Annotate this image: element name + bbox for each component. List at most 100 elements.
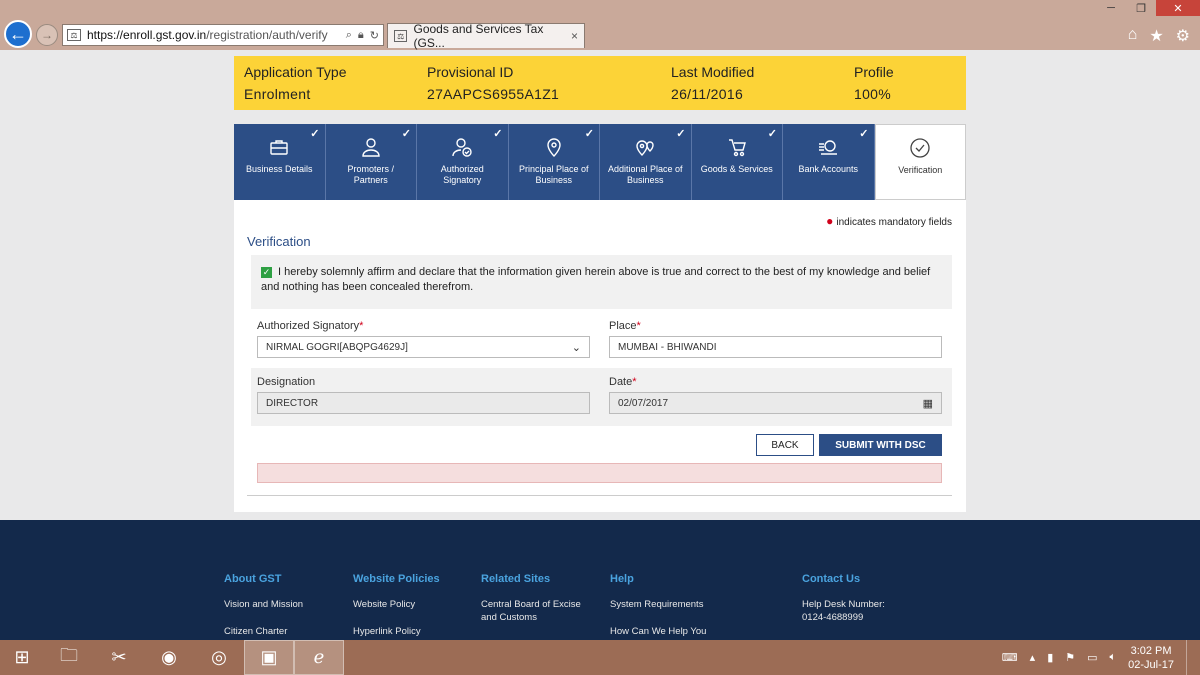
display-icon[interactable]: ▭	[1087, 651, 1097, 664]
person-icon	[360, 136, 382, 158]
signatory-field: Authorized Signatory* NIRMAL GOGRI[ABQPG…	[257, 320, 590, 358]
window-controls: ─ ❐ ✕	[1096, 0, 1200, 16]
required-asterisk: *	[359, 320, 364, 332]
windows-taskbar: ⊞ 🗀 ✂ ◉ ◎ ▣ ℯ ⌨ ▴ ▮ ⚑ ▭ 🔈︎ 3:02 PM 02-Ju…	[0, 640, 1200, 675]
home-icon[interactable]: ⌂	[1128, 26, 1138, 46]
address-bar[interactable]: ⚖ https://enroll.gst.gov.in/registration…	[62, 24, 384, 46]
step-principal-place[interactable]: ✓ Principal Place of Business	[508, 124, 600, 200]
browser-forward-button[interactable]: →	[36, 24, 58, 46]
completed-check-icon: ✓	[584, 128, 594, 140]
profile-label: Profile	[854, 64, 894, 80]
step-label: Additional Place of Business	[607, 164, 683, 185]
favorites-star-icon[interactable]: ★	[1149, 26, 1163, 46]
action-center-icon[interactable]: ⚑	[1065, 651, 1075, 664]
tab-favicon-icon: ⚖	[394, 30, 408, 42]
footer-heading[interactable]: Help	[610, 573, 730, 585]
submit-with-dsc-button[interactable]: SUBMIT WITH DSC	[819, 434, 942, 456]
section-title: Verification	[247, 234, 311, 249]
footer-link[interactable]: Citizen Charter	[224, 625, 334, 638]
mandatory-note: ● indicates mandatory fields	[826, 214, 952, 228]
url-host: https://enroll.gst.gov.in	[87, 28, 207, 42]
date-value: 02/07/2017	[618, 397, 669, 409]
person-check-icon	[451, 136, 473, 158]
volume-icon[interactable]: 🔈︎	[1110, 651, 1117, 664]
footer-link[interactable]: How Can We Help You	[610, 625, 730, 638]
application-info-bar: Application Type Enrolment Provisional I…	[234, 56, 966, 110]
calendar-icon[interactable]: ▦	[923, 397, 933, 410]
completed-check-icon: ✓	[859, 128, 869, 140]
network-icon[interactable]: ▮	[1047, 651, 1053, 664]
chrome-icon[interactable]: ◎	[194, 640, 244, 675]
footer-heading[interactable]: Website Policies	[353, 573, 463, 585]
date-input[interactable]: 02/07/2017 ▦	[609, 392, 942, 414]
file-explorer-icon[interactable]: 🗀	[44, 640, 94, 675]
completed-check-icon: ✓	[401, 128, 411, 140]
control-panel-icon[interactable]: ▣	[244, 640, 294, 675]
modified-value: 26/11/2016	[671, 86, 744, 102]
registration-steps: ✓ Business Details ✓ Promoters / Partner…	[234, 124, 966, 200]
paint-icon[interactable]: ✂	[94, 640, 144, 675]
signatory-value: NIRMAL GOGRI[ABQPG4629J]	[266, 341, 408, 353]
step-business-details[interactable]: ✓ Business Details	[234, 124, 326, 200]
footer-link[interactable]: Hyperlink Policy	[353, 625, 463, 638]
step-label: Verification	[898, 165, 943, 175]
lock-icon[interactable]: 🔒︎	[358, 29, 364, 42]
step-label: Bank Accounts	[798, 164, 859, 174]
required-dot-icon: ●	[826, 214, 834, 228]
site-favicon-icon: ⚖	[67, 29, 81, 41]
taskbar-clock[interactable]: 3:02 PM 02-Jul-17	[1128, 644, 1174, 672]
show-desktop-button[interactable]	[1186, 640, 1192, 675]
place-label: Place*	[609, 320, 942, 334]
internet-explorer-icon[interactable]: ℯ	[294, 640, 344, 675]
windows-start-icon[interactable]: ⊞	[0, 640, 44, 675]
signatory-label-text: Authorized Signatory	[257, 320, 360, 332]
step-authorized-signatory[interactable]: ✓ Authorized Signatory	[417, 124, 509, 200]
step-label: Business Details	[245, 164, 313, 174]
url-path: /registration/auth/verify	[206, 28, 328, 42]
signatory-select[interactable]: NIRMAL GOGRI[ABQPG4629J] ⌄	[257, 336, 590, 358]
mandatory-note-text: indicates mandatory fields	[836, 217, 952, 228]
date-field: Date* 02/07/2017 ▦	[609, 376, 942, 414]
page-content: Application Type Enrolment Provisional I…	[0, 50, 1200, 520]
maximize-icon[interactable]: ❐	[1126, 0, 1156, 16]
minimize-icon[interactable]: ─	[1096, 0, 1126, 16]
settings-gear-icon[interactable]: ⚙	[1176, 26, 1190, 46]
prov-id-col: Provisional ID 27AAPCS6955A1Z1	[427, 56, 671, 110]
firefox-icon[interactable]: ◉	[144, 640, 194, 675]
step-label: Principal Place of Business	[518, 164, 589, 185]
browser-back-button[interactable]: ←	[4, 20, 32, 48]
footer-link[interactable]: System Requirements	[610, 598, 730, 611]
footer-heading[interactable]: Contact Us	[802, 573, 922, 585]
location-pin-icon	[543, 136, 565, 158]
step-promoters-partners[interactable]: ✓ Promoters / Partners	[325, 124, 417, 200]
declaration-checkbox[interactable]: ✓	[261, 266, 272, 278]
browser-tab[interactable]: ⚖ Goods and Services Tax (GS... ×	[387, 22, 585, 50]
app-type-col: Application Type Enrolment	[244, 56, 427, 110]
step-label: Authorized Signatory	[440, 164, 484, 185]
designation-field: Designation DIRECTOR	[257, 376, 590, 414]
place-input[interactable]: MUMBAI - BHIWANDI	[609, 336, 942, 358]
cart-icon	[726, 136, 748, 158]
step-additional-place[interactable]: ✓ Additional Place of Business	[600, 124, 692, 200]
close-window-icon[interactable]: ✕	[1156, 0, 1200, 16]
show-hidden-icon[interactable]: ▴	[1030, 651, 1036, 664]
keyboard-icon[interactable]: ⌨	[1002, 651, 1018, 664]
footer-heading[interactable]: About GST	[224, 573, 334, 585]
system-tray: ⌨ ▴ ▮ ⚑ ▭ 🔈︎ 3:02 PM 02-Jul-17	[1002, 640, 1192, 675]
tab-title: Goods and Services Tax (GS...	[413, 22, 544, 50]
divider	[247, 495, 952, 496]
step-goods-services[interactable]: ✓ Goods & Services	[691, 124, 783, 200]
tab-close-icon[interactable]: ×	[571, 29, 578, 43]
refresh-icon[interactable]: ↻	[370, 29, 379, 42]
signatory-label: Authorized Signatory*	[257, 320, 590, 334]
footer-link[interactable]: Vision and Mission	[224, 598, 334, 611]
footer-heading[interactable]: Related Sites	[481, 573, 591, 585]
step-bank-accounts[interactable]: ✓ Bank Accounts	[783, 124, 875, 200]
footer-link[interactable]: Website Policy	[353, 598, 463, 611]
helpdesk-number[interactable]: 0124-4688999	[802, 611, 922, 624]
step-verification[interactable]: Verification	[874, 124, 966, 200]
back-button[interactable]: BACK	[756, 434, 814, 456]
search-icon[interactable]: ⌕	[346, 29, 352, 42]
designation-input[interactable]: DIRECTOR	[257, 392, 590, 414]
footer-link[interactable]: Central Board of Excise and Customs	[481, 598, 591, 624]
